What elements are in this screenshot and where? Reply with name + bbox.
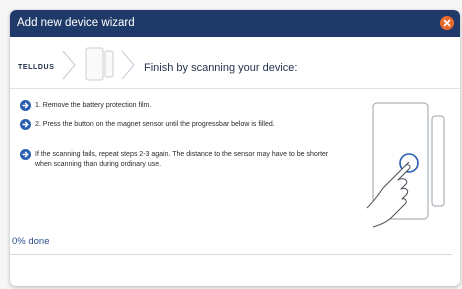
step-title: Finish by scanning your device: [144,62,298,74]
instruction-text: 2. Press the button on the magnet sensor… [35,121,275,128]
add-device-wizard-dialog: Add new device wizard TELLDUS Finish by … [10,10,460,286]
dialog-title: Add new device wizard [17,17,135,29]
progress-bar [10,254,452,255]
arrow-right-circle-icon [20,119,31,130]
wizard-step-header: TELLDUS Finish by scanning your device: [10,37,460,89]
door-sensor-icon [85,47,114,81]
chevron-right-icon [62,50,76,80]
arrow-right-circle-icon [20,100,31,111]
close-icon [443,19,451,27]
chevron-right-icon [121,50,135,80]
telldus-logo: TELLDUS [18,64,55,71]
dialog-titlebar: Add new device wizard [10,10,460,37]
instruction-text: 1. Remove the battery protection film. [35,102,152,109]
arrow-right-circle-icon [20,149,31,160]
instruction-text: If the scanning fails, repeat steps 2-3 … [35,151,329,168]
hand-pressing-sensor-icon [366,102,445,228]
close-button[interactable] [440,16,454,30]
progress-label: 0% done [12,236,50,247]
